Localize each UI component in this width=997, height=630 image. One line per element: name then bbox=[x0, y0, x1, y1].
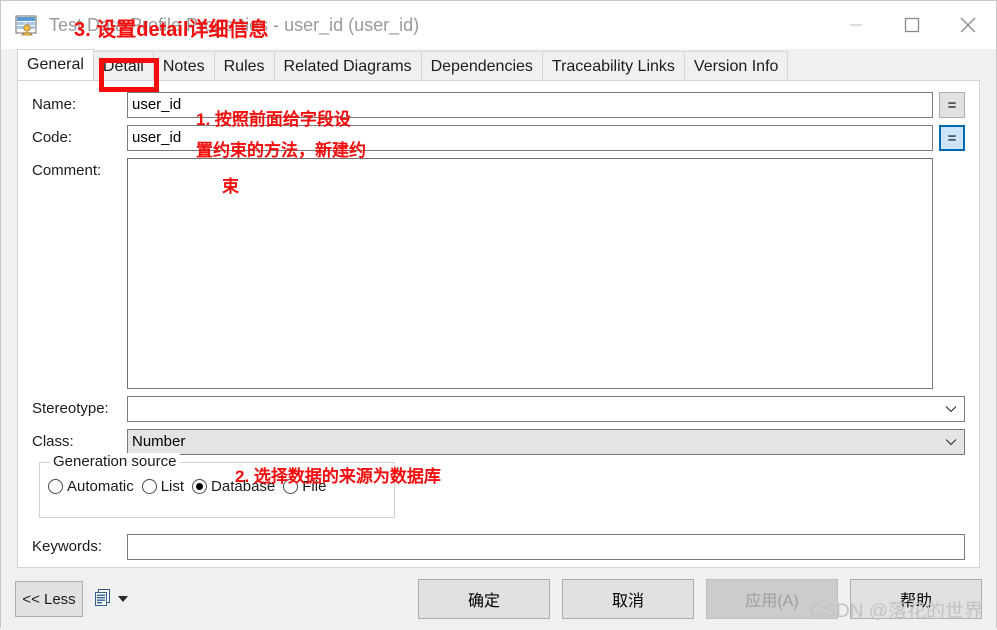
radio-dot-icon bbox=[141, 479, 157, 494]
less-button[interactable]: << Less bbox=[15, 581, 83, 617]
cancel-button[interactable]: 取消 bbox=[562, 579, 694, 619]
radio-dot-icon bbox=[48, 479, 63, 494]
tab-version-info[interactable]: Version Info bbox=[683, 51, 789, 80]
tab-notes[interactable]: Notes bbox=[152, 51, 215, 80]
radio-file-label: File bbox=[302, 478, 327, 495]
table-person-icon bbox=[15, 14, 37, 36]
name-label: Name: bbox=[32, 96, 77, 113]
comment-textarea[interactable] bbox=[127, 158, 933, 389]
code-label: Code: bbox=[32, 129, 73, 146]
tab-rules[interactable]: Rules bbox=[213, 51, 275, 80]
stereotype-row: Stereotype: bbox=[32, 396, 965, 422]
radio-dot-icon bbox=[283, 479, 299, 494]
document-list-icon-group[interactable] bbox=[95, 588, 128, 610]
tab-strip: General Detail Notes Rules Related Diagr… bbox=[17, 49, 980, 80]
keywords-label: Keywords: bbox=[32, 538, 103, 555]
window-title: Test Data Profile Properties - user_id (… bbox=[49, 14, 420, 35]
code-input[interactable]: user_id bbox=[127, 125, 933, 151]
chevron-down-icon bbox=[945, 430, 957, 454]
stereotype-label: Stereotype: bbox=[32, 400, 109, 417]
window-controls bbox=[828, 1, 996, 49]
maximize-icon[interactable] bbox=[884, 1, 940, 49]
generation-source-radios: Automatic List Database File bbox=[48, 478, 334, 495]
radio-file[interactable]: File bbox=[283, 478, 326, 495]
code-equals-button[interactable]: = bbox=[939, 125, 965, 151]
apply-button: 应用(A) bbox=[706, 579, 838, 619]
generation-source-legend: Generation source bbox=[49, 453, 181, 470]
comment-label: Comment: bbox=[32, 162, 102, 179]
radio-dot-selected-icon bbox=[192, 479, 208, 494]
dialog-button-group: 确定 取消 应用(A) 帮助 bbox=[406, 568, 982, 630]
tab-dependencies[interactable]: Dependencies bbox=[420, 51, 543, 80]
generation-source-groupbox: Generation source Automatic List Databas… bbox=[39, 453, 395, 518]
dialog-bottom-bar: << Less 确定 取消 应用(A) 帮助 bbox=[1, 568, 996, 630]
code-row: Code: user_id = bbox=[32, 125, 965, 151]
document-list-icon bbox=[95, 588, 111, 610]
dialog-client-area: General Detail Notes Rules Related Diagr… bbox=[1, 49, 996, 630]
tab-general[interactable]: General bbox=[17, 49, 94, 80]
radio-automatic[interactable]: Automatic bbox=[48, 478, 134, 495]
chevron-down-icon bbox=[945, 397, 957, 421]
properties-dialog: Test Data Profile Properties - user_id (… bbox=[0, 0, 997, 630]
name-row: Name: user_id = bbox=[32, 92, 965, 118]
tab-traceability-links[interactable]: Traceability Links bbox=[541, 51, 685, 80]
class-combobox[interactable]: Number bbox=[127, 429, 965, 455]
close-icon[interactable] bbox=[940, 1, 996, 49]
help-button[interactable]: 帮助 bbox=[850, 579, 982, 619]
radio-list-label: List bbox=[160, 478, 185, 495]
stereotype-combobox[interactable] bbox=[127, 396, 965, 422]
class-row: Class: Number bbox=[32, 429, 965, 455]
name-input[interactable]: user_id bbox=[127, 92, 933, 118]
keywords-row: Keywords: bbox=[32, 534, 965, 560]
minimize-icon[interactable] bbox=[828, 1, 884, 49]
radio-database-label: Database bbox=[211, 478, 276, 495]
tab-related-diagrams[interactable]: Related Diagrams bbox=[273, 51, 422, 80]
tab-detail[interactable]: Detail bbox=[92, 51, 154, 80]
radio-database[interactable]: Database bbox=[192, 478, 275, 495]
general-tab-page: Name: user_id = Code: user_id = Comment:… bbox=[17, 80, 980, 568]
class-value: Number bbox=[132, 433, 186, 450]
comment-row: Comment: bbox=[32, 158, 965, 389]
class-label: Class: bbox=[32, 433, 74, 450]
radio-list[interactable]: List bbox=[141, 478, 185, 495]
chevron-down-icon bbox=[118, 596, 128, 602]
ok-button[interactable]: 确定 bbox=[418, 579, 550, 619]
name-equals-button[interactable]: = bbox=[939, 92, 965, 118]
keywords-input[interactable] bbox=[127, 534, 965, 560]
radio-automatic-label: Automatic bbox=[67, 478, 134, 495]
title-bar: Test Data Profile Properties - user_id (… bbox=[1, 1, 996, 49]
